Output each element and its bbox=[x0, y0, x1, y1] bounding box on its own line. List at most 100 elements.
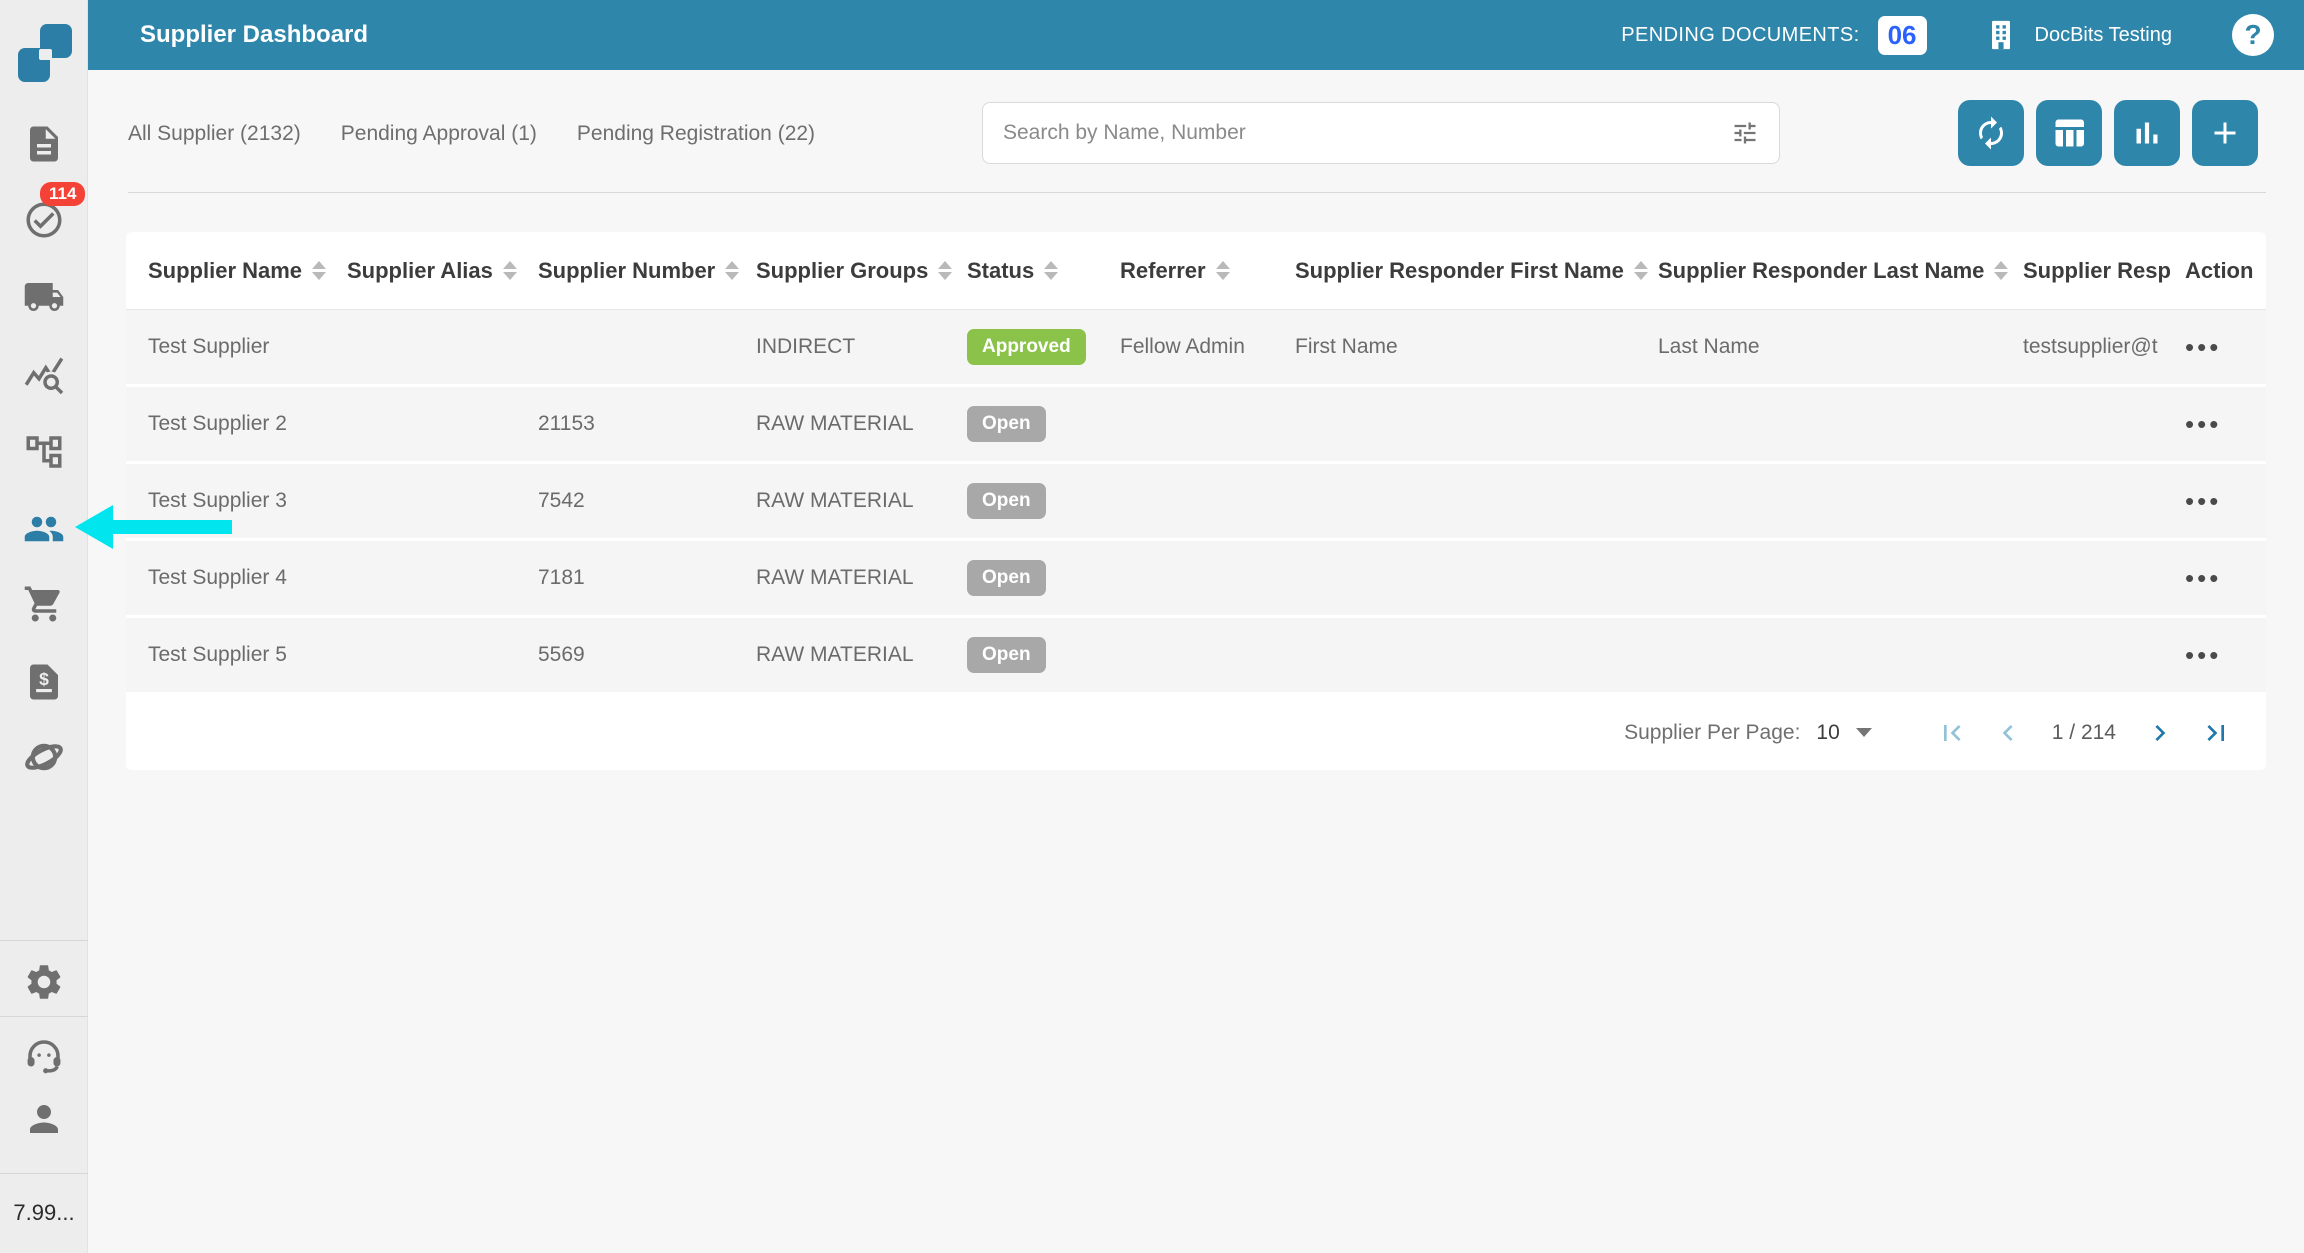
table-row[interactable]: Test Supplier 2 21153 RAW MATERIAL Open … bbox=[126, 387, 2266, 464]
more-options-icon[interactable]: ••• bbox=[2185, 486, 2221, 516]
status-badge: Open bbox=[967, 637, 1046, 673]
next-page-icon[interactable] bbox=[2144, 717, 2176, 749]
column-header-supplier-number[interactable]: Supplier Number bbox=[538, 258, 756, 284]
supplier-name-cell: Test Supplier 3 bbox=[148, 489, 347, 513]
last-page-icon[interactable] bbox=[2200, 717, 2232, 749]
responder-last-name-cell: Last Name bbox=[1658, 335, 2023, 359]
sidebar-item-documents[interactable] bbox=[0, 121, 88, 167]
person-icon bbox=[23, 1098, 65, 1140]
sort-icon[interactable] bbox=[312, 261, 326, 280]
status-badge: Open bbox=[967, 406, 1046, 442]
tune-icon[interactable] bbox=[1731, 119, 1759, 147]
responder-email-cell: testsupplier@t bbox=[2023, 335, 2185, 359]
column-header-supplier-name[interactable]: Supplier Name bbox=[148, 258, 347, 284]
sort-icon[interactable] bbox=[1216, 261, 1230, 280]
column-header-status[interactable]: Status bbox=[967, 258, 1120, 284]
sidebar-item-purchase-orders[interactable] bbox=[0, 581, 88, 627]
help-button[interactable]: ? bbox=[2232, 14, 2274, 56]
table-view-button[interactable] bbox=[2036, 100, 2102, 166]
suppliers-icon bbox=[23, 508, 65, 550]
column-header-supplier-alias[interactable]: Supplier Alias bbox=[347, 258, 538, 284]
top-bar: Supplier Dashboard PENDING DOCUMENTS: 06… bbox=[88, 0, 2304, 70]
responder-first-name-cell: First Name bbox=[1295, 335, 1658, 359]
sidebar-item-profile[interactable] bbox=[0, 1096, 88, 1142]
table-row[interactable]: Test Supplier INDIRECT Approved Fellow A… bbox=[126, 310, 2266, 387]
tab-pending-approval[interactable]: Pending Approval (1) bbox=[341, 122, 537, 146]
chart-view-button[interactable] bbox=[2114, 100, 2180, 166]
supplier-number-cell: 21153 bbox=[538, 412, 756, 436]
sidebar-item-approvals[interactable]: 114 bbox=[0, 197, 88, 243]
question-mark-icon: ? bbox=[2244, 19, 2261, 51]
pending-documents-count[interactable]: 06 bbox=[1878, 16, 1927, 55]
column-header-responder-first-name[interactable]: Supplier Responder First Name bbox=[1295, 258, 1658, 284]
docbits-logo[interactable] bbox=[18, 24, 72, 82]
column-header-referrer[interactable]: Referrer bbox=[1120, 258, 1295, 284]
action-cell: ••• bbox=[2185, 640, 2266, 671]
sidebar-item-settings[interactable] bbox=[0, 959, 88, 1005]
supplier-tabs: All Supplier (2132) Pending Approval (1)… bbox=[128, 103, 815, 165]
table-row[interactable]: Test Supplier 3 7542 RAW MATERIAL Open •… bbox=[126, 464, 2266, 541]
tabs-divider bbox=[128, 192, 2266, 193]
search-input[interactable] bbox=[1003, 121, 1731, 145]
sidebar-item-analytics[interactable] bbox=[0, 352, 88, 398]
sidebar-item-workflow[interactable] bbox=[0, 429, 88, 475]
per-page-value[interactable]: 10 bbox=[1816, 721, 1839, 745]
more-options-icon[interactable]: ••• bbox=[2185, 640, 2221, 670]
supplier-number-cell: 7181 bbox=[538, 566, 756, 590]
sidebar-item-support[interactable] bbox=[0, 1033, 88, 1079]
invoice-icon: $ bbox=[23, 661, 65, 703]
tab-pending-registration[interactable]: Pending Registration (22) bbox=[577, 122, 815, 146]
sidebar-divider bbox=[0, 1016, 88, 1017]
document-icon bbox=[23, 123, 65, 165]
refresh-button[interactable] bbox=[1958, 100, 2024, 166]
more-options-icon[interactable]: ••• bbox=[2185, 563, 2221, 593]
more-options-icon[interactable]: ••• bbox=[2185, 332, 2221, 362]
more-options-icon[interactable]: ••• bbox=[2185, 409, 2221, 439]
supplier-groups-cell: RAW MATERIAL bbox=[756, 489, 967, 513]
sidebar-divider bbox=[0, 1173, 88, 1174]
status-badge: Open bbox=[967, 483, 1046, 519]
add-supplier-button[interactable] bbox=[2192, 100, 2258, 166]
sidebar-item-invoices[interactable]: $ bbox=[0, 659, 88, 705]
column-header-responder-last-name[interactable]: Supplier Responder Last Name bbox=[1658, 258, 2023, 284]
status-cell: Open bbox=[967, 637, 1120, 673]
per-page-label: Supplier Per Page: bbox=[1624, 721, 1800, 745]
supplier-groups-cell: INDIRECT bbox=[756, 335, 967, 359]
supplier-name-cell: Test Supplier bbox=[148, 335, 347, 359]
column-header-action: Action bbox=[2185, 258, 2266, 284]
column-header-supplier-groups[interactable]: Supplier Groups bbox=[756, 258, 967, 284]
sort-icon[interactable] bbox=[938, 261, 952, 280]
sidebar-item-integrations[interactable] bbox=[0, 734, 88, 780]
analytics-search-icon bbox=[23, 354, 65, 396]
cart-icon bbox=[23, 583, 65, 625]
first-page-icon[interactable] bbox=[1936, 717, 1968, 749]
sort-icon[interactable] bbox=[1994, 261, 2008, 280]
table-row[interactable]: Test Supplier 4 7181 RAW MATERIAL Open •… bbox=[126, 541, 2266, 618]
sidebar-item-suppliers[interactable] bbox=[0, 506, 88, 552]
supplier-name-cell: Test Supplier 5 bbox=[148, 643, 347, 667]
top-bar-right: PENDING DOCUMENTS: 06 DocBits Testing ? bbox=[1621, 14, 2274, 56]
tab-all-supplier[interactable]: All Supplier (2132) bbox=[128, 122, 301, 146]
sort-icon[interactable] bbox=[503, 261, 517, 280]
company-name[interactable]: DocBits Testing bbox=[2035, 24, 2172, 47]
search-box bbox=[982, 102, 1780, 164]
page-navigation: 1 / 214 bbox=[1936, 717, 2232, 749]
sort-icon[interactable] bbox=[1634, 261, 1648, 280]
sort-icon[interactable] bbox=[725, 261, 739, 280]
headset-icon bbox=[23, 1035, 65, 1077]
notification-badge: 114 bbox=[40, 182, 85, 206]
logo-notch bbox=[39, 49, 52, 60]
sort-icon[interactable] bbox=[1044, 261, 1058, 280]
status-cell: Open bbox=[967, 406, 1120, 442]
previous-page-icon[interactable] bbox=[1992, 717, 2024, 749]
sidebar-item-shipments[interactable] bbox=[0, 274, 88, 320]
status-cell: Open bbox=[967, 483, 1120, 519]
page-title: Supplier Dashboard bbox=[140, 21, 368, 49]
pending-documents-label: PENDING DOCUMENTS: bbox=[1621, 24, 1859, 47]
column-header-responder-email[interactable]: Supplier Resp bbox=[2023, 258, 2185, 284]
table-row[interactable]: Test Supplier 5 5569 RAW MATERIAL Open •… bbox=[126, 618, 2266, 695]
action-cell: ••• bbox=[2185, 563, 2266, 594]
dropdown-caret-icon[interactable] bbox=[1856, 728, 1872, 737]
page-indicator: 1 / 214 bbox=[2052, 721, 2116, 745]
supplier-name-cell: Test Supplier 2 bbox=[148, 412, 347, 436]
